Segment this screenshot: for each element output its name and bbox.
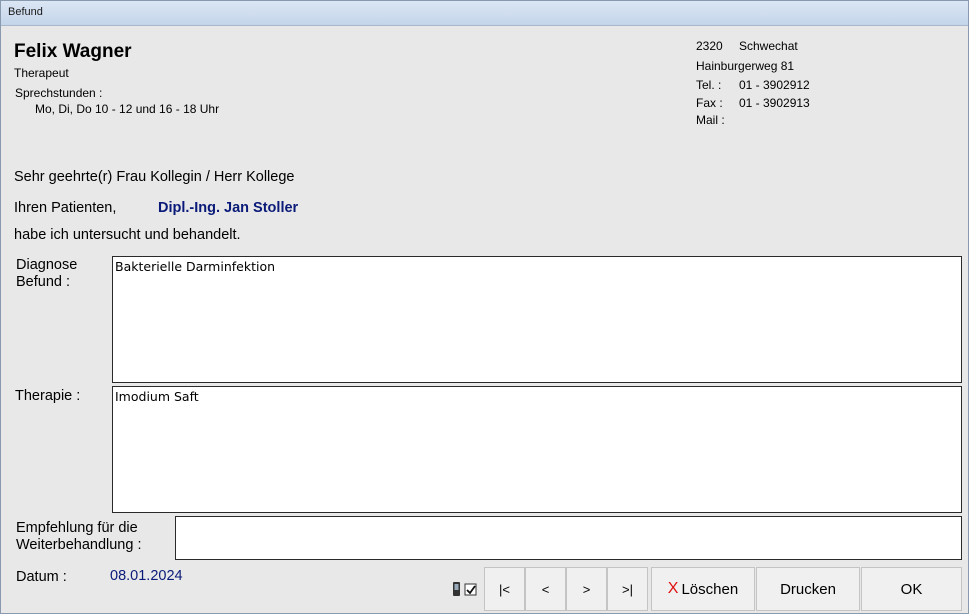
statement: habe ich untersucht und behandelt. xyxy=(14,227,241,243)
therapie-label: Therapie : xyxy=(15,388,81,404)
ok-button[interactable]: OK xyxy=(861,567,962,611)
hours-label: Sprechstunden : xyxy=(15,86,103,100)
patient-name: Dipl.-Ing. Jan Stoller xyxy=(158,200,299,216)
prev-record-button[interactable]: < xyxy=(525,567,566,611)
therapie-textarea[interactable]: Imodium Saft xyxy=(112,386,962,513)
doctor-role: Therapeut xyxy=(14,66,69,80)
diagnose-textarea[interactable]: Bakterielle Darminfektion xyxy=(112,256,962,383)
address-zip: 2320 xyxy=(696,39,723,53)
next-record-button[interactable]: > xyxy=(566,567,607,611)
empfehlung-input[interactable] xyxy=(175,516,962,560)
delete-button[interactable]: X Löschen xyxy=(651,567,755,611)
patient-prefix: Ihren Patienten, xyxy=(14,200,117,216)
salutation: Sehr geehrte(r) Frau Kollegin / Herr Kol… xyxy=(14,169,295,185)
x-icon: X xyxy=(667,580,679,597)
last-record-button[interactable]: >| xyxy=(607,567,648,611)
tel-label: Tel. : xyxy=(696,78,722,92)
office-hours: Mo, Di, Do 10 - 12 und 16 - 18 Uhr xyxy=(35,102,220,116)
datum-value[interactable]: 08.01.2024 xyxy=(110,568,183,584)
title-bar: Befund xyxy=(1,1,968,26)
diagnose-label-line1: Diagnose xyxy=(16,257,78,273)
befund-window: Befund Felix Wagner Therapeut Sprechstun… xyxy=(0,0,969,614)
doctor-name: Felix Wagner xyxy=(14,41,132,62)
device-check-icon[interactable] xyxy=(451,581,481,597)
window-title: Befund xyxy=(8,6,43,18)
empfehlung-label: Empfehlung für die Weiterbehandlung : xyxy=(16,520,142,554)
mail-label: Mail : xyxy=(696,113,725,127)
print-button[interactable]: Drucken xyxy=(756,567,860,611)
address-city: Schwechat xyxy=(739,39,798,53)
empfehlung-label-line2: Weiterbehandlung : xyxy=(16,537,142,553)
first-record-button[interactable]: |< xyxy=(484,567,525,611)
delete-button-label: Löschen xyxy=(681,580,739,598)
diagnose-label: Diagnose Befund : xyxy=(16,257,77,291)
empfehlung-label-line1: Empfehlung für die xyxy=(16,520,138,536)
tel-value: 01 - 3902912 xyxy=(739,78,810,92)
address-street: Hainburgerweg 81 xyxy=(696,59,795,73)
diagnose-label-line2: Befund : xyxy=(16,274,71,290)
fax-label: Fax : xyxy=(696,96,723,110)
fax-value: 01 - 3902913 xyxy=(739,96,810,110)
datum-label: Datum : xyxy=(16,569,67,585)
